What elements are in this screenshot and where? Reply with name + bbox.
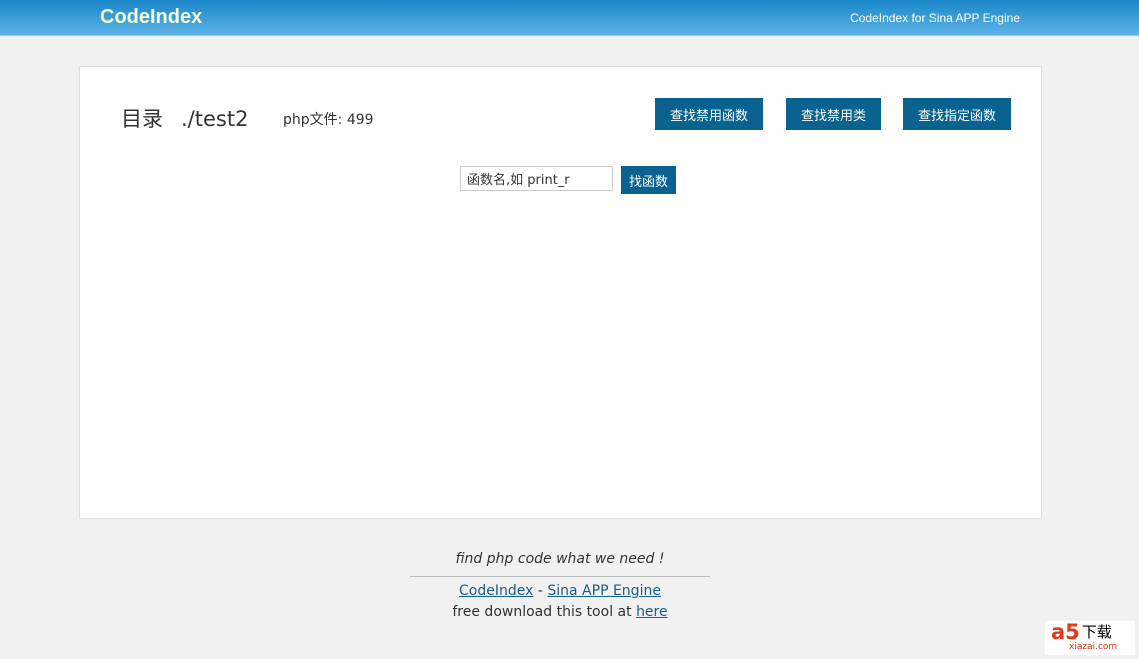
directory-title: 目录 ./test2 xyxy=(121,103,266,133)
dir-label: 目录 xyxy=(121,107,163,131)
watermark-a5: a5 xyxy=(1051,620,1080,644)
watermark-text: 下载 xyxy=(1081,623,1112,641)
watermark-logo: a5 下载 xiazai.com xyxy=(1045,621,1135,655)
main-panel: 目录 ./test2 php文件: 499 查找禁用函数 查找禁用类 查找指定函数… xyxy=(79,66,1042,519)
sae-link[interactable]: Sina APP Engine xyxy=(547,583,661,599)
codeindex-link[interactable]: CodeIndex xyxy=(459,583,533,599)
watermark-site: xiazai.com xyxy=(1069,642,1118,652)
download-link[interactable]: here xyxy=(636,604,668,620)
logo[interactable]: CodeIndex xyxy=(100,6,202,29)
footer: find php code what we need ! CodeIndex -… xyxy=(410,551,710,623)
file-count: php文件: 499 xyxy=(283,112,374,128)
find-banned-functions-button[interactable]: 查找禁用函数 xyxy=(655,98,764,130)
slogan: find php code what we need ! xyxy=(410,551,710,577)
find-specified-function-button[interactable]: 查找指定函数 xyxy=(903,98,1012,130)
header: CodeIndex CodeIndex for Sina APP Engine xyxy=(0,0,1139,36)
find-banned-classes-button[interactable]: 查找禁用类 xyxy=(786,98,882,130)
separator: - xyxy=(533,583,548,599)
dir-path: ./test2 xyxy=(181,107,249,131)
download-text: free download this tool at xyxy=(452,604,637,620)
tagline: CodeIndex for Sina APP Engine xyxy=(850,11,1020,25)
function-search-input[interactable] xyxy=(460,166,613,191)
find-function-button[interactable]: 找函数 xyxy=(621,166,677,194)
